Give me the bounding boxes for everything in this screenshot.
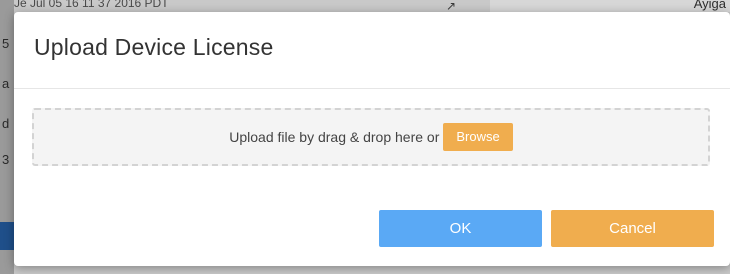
background-fragment: d xyxy=(2,116,10,131)
file-dropzone[interactable]: Upload file by drag & drop here or Brows… xyxy=(32,108,710,166)
cancel-button[interactable]: Cancel xyxy=(551,210,714,247)
background-left-column: 5 a d 3 xyxy=(0,0,14,274)
dialog-header: Upload Device License xyxy=(14,12,730,89)
browse-button[interactable]: Browse xyxy=(443,123,513,151)
background-fragment: 5 xyxy=(2,36,10,51)
background-fragment: 3 xyxy=(2,152,10,167)
background-timestamp: Je Jul 05 16 11 37 2016 PDT xyxy=(14,0,169,10)
ok-button[interactable]: OK xyxy=(379,210,542,247)
upload-license-dialog: Upload Device License Upload file by dra… xyxy=(14,12,730,266)
background-right-text: Ayiga xyxy=(693,0,726,11)
background-fragment: a xyxy=(2,76,10,91)
background-blue-bar xyxy=(0,222,14,250)
background-right-strip: Ayiga xyxy=(490,0,730,12)
background-arrow-icon: ↗ xyxy=(446,0,457,13)
dialog-title: Upload Device License xyxy=(34,34,274,60)
dropzone-instruction: Upload file by drag & drop here or xyxy=(229,129,440,145)
